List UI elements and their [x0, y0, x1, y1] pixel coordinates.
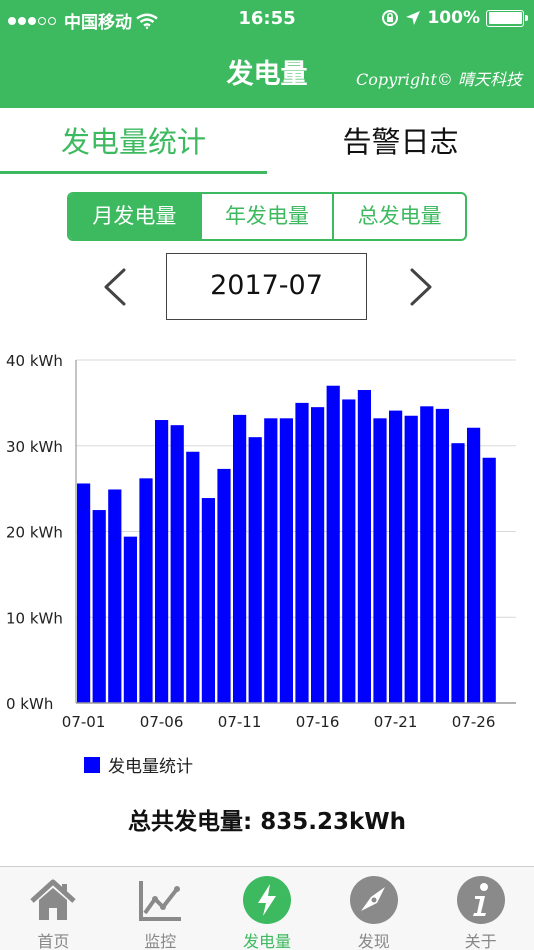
- lightning-icon: [242, 876, 291, 924]
- chart-legend: 发电量统计: [84, 752, 193, 777]
- x-tick-label: 07-06: [140, 713, 184, 731]
- bar: [404, 415, 418, 703]
- bar: [139, 478, 153, 703]
- battery-icon: [486, 9, 528, 27]
- bar: [248, 437, 262, 703]
- x-tick-label: 07-26: [452, 713, 496, 731]
- tab-about[interactable]: 关于: [427, 867, 534, 950]
- bar: [233, 414, 247, 703]
- bar: [311, 407, 325, 703]
- y-tick-label: 20 kWh: [6, 524, 63, 542]
- bar: [373, 418, 387, 703]
- location-arrow-icon: [406, 11, 421, 25]
- total-power-button[interactable]: 总发电量: [334, 194, 465, 239]
- segment-tabs: 发电量统计 告警日志: [0, 108, 534, 176]
- bar: [295, 402, 309, 703]
- copyright-text: Copyright© 晴天科技: [356, 70, 522, 89]
- bar: [357, 390, 371, 703]
- tab-discover-label: 发现: [357, 932, 390, 950]
- tab-discover[interactable]: 发现: [320, 867, 427, 950]
- bottom-tab-bar: 首页 监控 发电量 发现 关于: [0, 866, 534, 950]
- rotation-lock-icon: [382, 10, 399, 26]
- legend-label: 发电量统计: [108, 757, 193, 777]
- bar: [467, 427, 481, 703]
- bar: [123, 536, 137, 703]
- status-bar-right: 100%: [381, 8, 528, 28]
- y-tick-label: 30 kWh: [6, 438, 63, 456]
- bar: [482, 457, 496, 703]
- bar: [342, 399, 356, 703]
- next-month-arrow-icon[interactable]: [400, 262, 440, 312]
- x-tick-label: 07-11: [218, 713, 262, 731]
- y-tick-label: 0 kWh: [6, 695, 53, 713]
- bar: [326, 385, 340, 703]
- app-screen: 中国移动 16:55 100% 发电量 Copyright© 晴天科技 发电量统…: [0, 0, 534, 950]
- bar: [170, 425, 184, 703]
- period-segmented-control: 月发电量 年发电量 总发电量: [67, 192, 467, 241]
- total-label: 总共发电量:: [127, 809, 253, 835]
- bar: [435, 408, 449, 703]
- previous-month-arrow-icon[interactable]: [96, 262, 136, 312]
- month-picker[interactable]: 2017-07: [166, 253, 367, 320]
- yearly-power-button[interactable]: 年发电量: [202, 194, 335, 239]
- y-tick-label: 10 kWh: [6, 609, 63, 627]
- bar: [451, 443, 465, 703]
- nav-header: 中国移动 16:55 100% 发电量 Copyright© 晴天科技: [0, 0, 534, 108]
- bar: [201, 498, 215, 703]
- total-power-summary: 总共发电量: 835.23kWh: [0, 802, 534, 836]
- tab-power-statistics[interactable]: 发电量统计: [0, 108, 267, 176]
- tab-home[interactable]: 首页: [0, 867, 107, 950]
- active-tab-indicator: [0, 171, 267, 174]
- bar: [108, 489, 122, 703]
- compass-icon: [349, 876, 398, 924]
- x-tick-label: 07-16: [296, 713, 340, 731]
- home-icon: [30, 879, 77, 920]
- bar: [389, 410, 403, 703]
- bar: [77, 483, 91, 703]
- y-tick-label: 40 kWh: [6, 352, 63, 370]
- tab-about-label: 关于: [464, 932, 497, 950]
- legend-swatch: [84, 756, 100, 773]
- tab-home-label: 首页: [37, 932, 70, 950]
- bar: [155, 420, 169, 703]
- battery-percent: 100%: [427, 8, 480, 28]
- tab-monitor[interactable]: 监控: [107, 867, 214, 950]
- tab-monitor-label: 监控: [144, 932, 177, 950]
- info-icon: [456, 876, 505, 924]
- monitor-chart-icon: [139, 881, 182, 921]
- monthly-power-button[interactable]: 月发电量: [69, 194, 202, 239]
- tab-power-label: 发电量: [242, 932, 291, 950]
- bar: [264, 418, 278, 703]
- x-tick-label: 07-21: [374, 713, 418, 731]
- bar: [279, 418, 293, 703]
- bar: [217, 468, 231, 703]
- x-tick-label: 07-01: [62, 713, 106, 731]
- bar: [186, 451, 200, 703]
- tab-alarm-log[interactable]: 告警日志: [267, 108, 534, 176]
- bar: [420, 406, 434, 703]
- tab-power[interactable]: 发电量: [214, 867, 321, 950]
- monthly-power-bar-chart: 0 kWh 10 kWh 20 kWh 30 kWh 40 kWh 07-01 07-06 0…: [6, 352, 516, 731]
- bar: [92, 510, 106, 703]
- total-value: 835.23kWh: [260, 809, 406, 835]
